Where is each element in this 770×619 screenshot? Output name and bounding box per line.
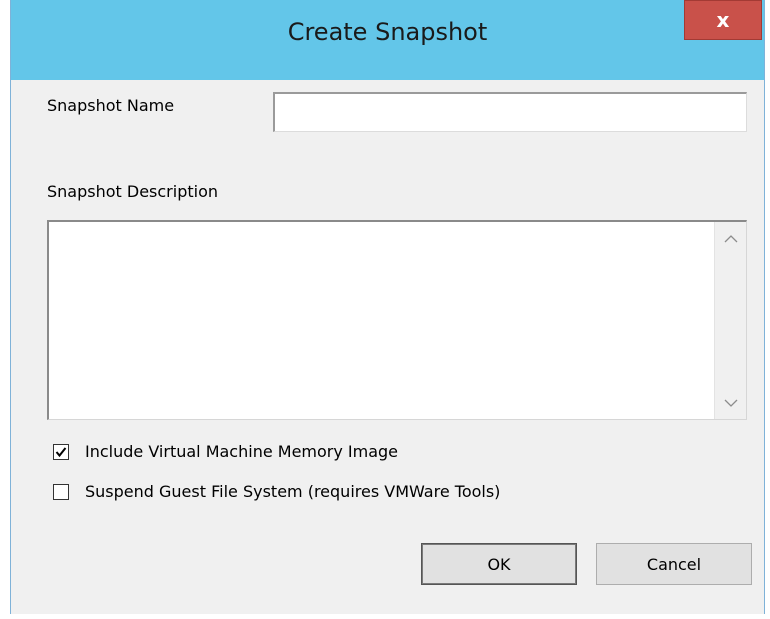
snapshot-name-label: Snapshot Name (47, 96, 175, 115)
close-button[interactable]: x (684, 0, 762, 40)
chevron-down-icon (724, 399, 737, 407)
title-bar[interactable]: Create Snapshot x (11, 0, 764, 80)
snapshot-description-field[interactable] (47, 220, 747, 420)
memory-image-label: Include Virtual Machine Memory Image (85, 442, 399, 461)
cancel-button[interactable]: Cancel (596, 543, 752, 585)
close-icon: x (716, 8, 730, 32)
chevron-up-icon (724, 234, 737, 242)
dialog-body: Snapshot Name Snapshot Description Inclu… (11, 80, 764, 614)
option-memory-image[interactable]: Include Virtual Machine Memory Image (53, 442, 398, 461)
scroll-down-button[interactable] (715, 387, 746, 419)
description-scrollbar[interactable] (714, 222, 746, 419)
create-snapshot-dialog: Create Snapshot x Snapshot Name Snapshot… (10, 0, 765, 614)
scroll-up-button[interactable] (715, 222, 746, 254)
snapshot-description-label: Snapshot Description (47, 182, 219, 201)
checkmark-icon (55, 446, 67, 457)
dialog-title: Create Snapshot (287, 18, 488, 46)
snapshot-name-input[interactable] (273, 92, 747, 132)
suspend-file-system-label: Suspend Guest File System (requires VMWa… (85, 482, 501, 501)
option-suspend-file-system[interactable]: Suspend Guest File System (requires VMWa… (53, 482, 500, 501)
snapshot-description-textarea[interactable] (49, 222, 714, 419)
ok-button[interactable]: OK (421, 543, 577, 585)
memory-image-checkbox[interactable] (53, 443, 69, 460)
suspend-file-system-checkbox[interactable] (53, 483, 69, 500)
